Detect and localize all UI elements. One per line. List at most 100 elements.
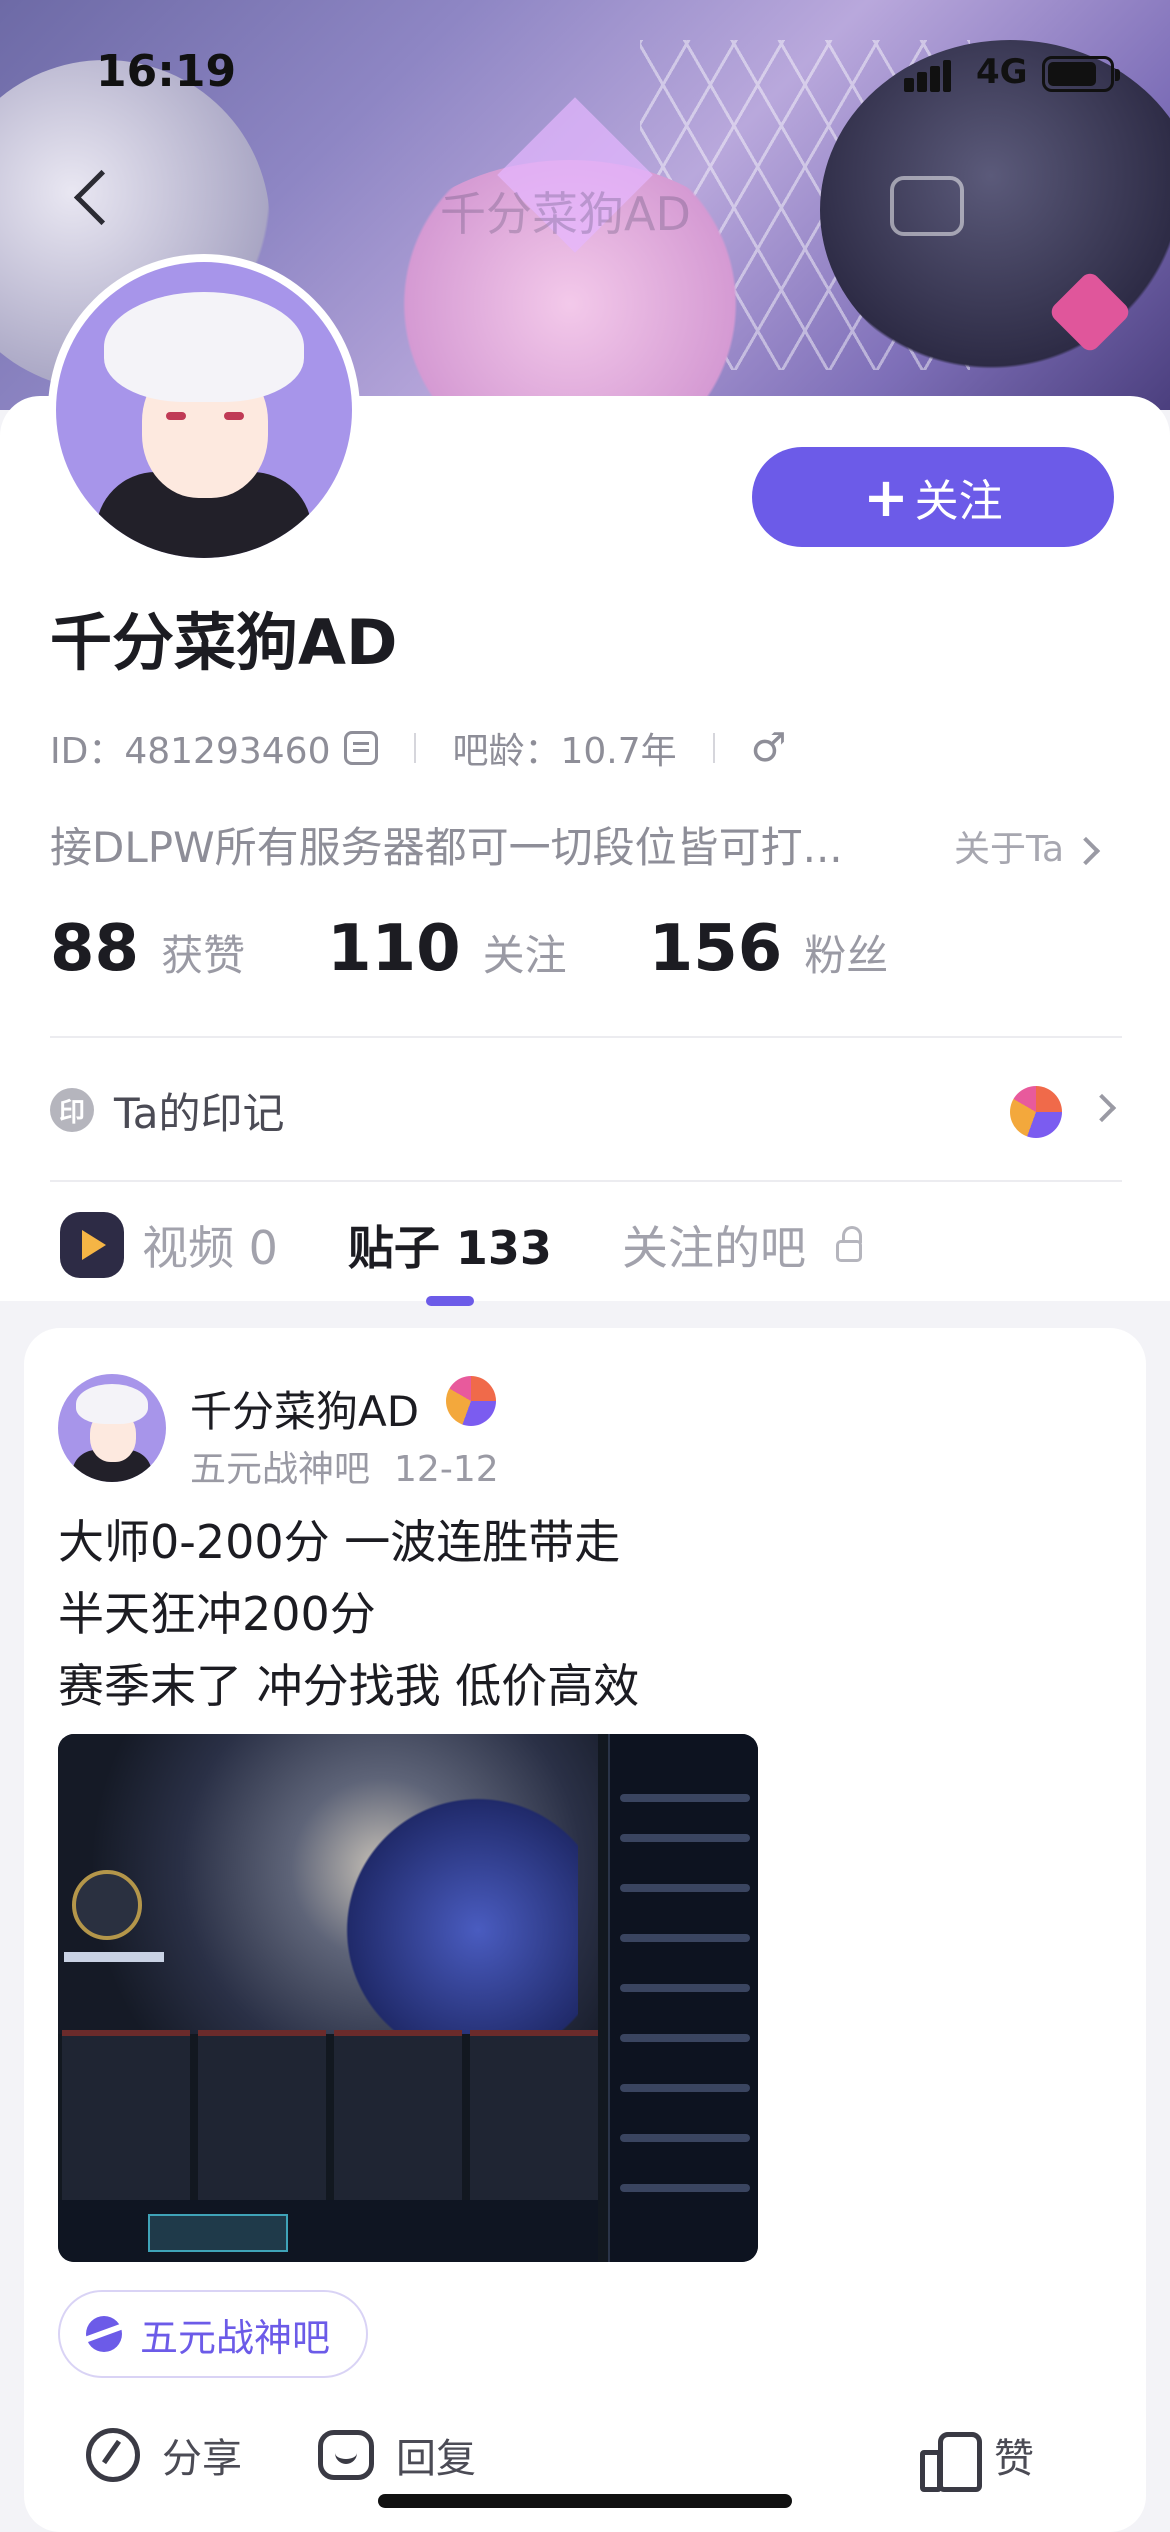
- stat-followers[interactable]: 156 粉丝: [649, 912, 889, 986]
- stat-number: 88: [50, 912, 140, 986]
- battery-icon: [1042, 56, 1120, 92]
- avatar-hair: [76, 1384, 148, 1424]
- rank-badge-icon: [72, 1870, 142, 1940]
- post-line: 赛季末了 冲分找我 低价高效: [58, 1659, 640, 1713]
- back-button[interactable]: [60, 160, 120, 240]
- profile-stats: 88 获赞 110 关注 156 粉丝: [50, 912, 970, 986]
- stat-likes[interactable]: 88 获赞: [50, 912, 245, 986]
- home-indicator: [378, 2494, 792, 2508]
- signal-icon: [904, 60, 951, 92]
- author-emblem-icon: [446, 1376, 496, 1426]
- stat-label: 获赞: [161, 931, 246, 980]
- forum-tag-button[interactable]: 五元战神吧: [58, 2290, 369, 2378]
- forum-age: 吧龄：10.7年: [452, 731, 677, 772]
- game-footer-bar: [58, 2200, 598, 2262]
- post-actions: 分享 回复 赞: [24, 2426, 1146, 2496]
- about-label: 关于Ta: [954, 829, 1065, 870]
- friend-row: [620, 1834, 750, 1842]
- profile-meta: ID：481293460 吧龄：10.7年 ♂: [50, 722, 787, 774]
- game-reward-cards: [58, 2030, 598, 2200]
- post-line: 半天狂冲200分: [58, 1587, 376, 1641]
- reward-card: [198, 2030, 326, 2200]
- male-gender-icon: ♂: [750, 725, 787, 771]
- friend-row: [620, 1794, 750, 1802]
- friend-row: [620, 2034, 750, 2042]
- profile-tabs: 视频 0 贴子 133 关注的吧: [60, 1200, 932, 1306]
- battery-level: [1048, 62, 1096, 86]
- friend-row: [620, 1934, 750, 1942]
- friend-row: [620, 2084, 750, 2092]
- stat-number: 110: [327, 912, 461, 986]
- chevron-right-icon: [1087, 1093, 1117, 1123]
- comment-icon: [318, 2430, 374, 2480]
- chevron-right-icon: [1071, 836, 1101, 866]
- stat-label: 粉丝: [804, 931, 889, 980]
- lock-icon: [835, 1226, 862, 1262]
- profile-avatar[interactable]: [48, 254, 360, 566]
- friend-row: [620, 2134, 750, 2142]
- plus-icon: +: [863, 465, 909, 529]
- game-splash-art: [328, 1774, 578, 2034]
- reward-card: [470, 2030, 598, 2200]
- copy-icon[interactable]: [344, 731, 379, 765]
- reward-card: [334, 2030, 462, 2200]
- post-text: 大师0-200分 一波连胜带走 半天狂冲200分 赛季末了 冲分找我 低价高效: [58, 1506, 639, 1722]
- post-line: 大师0-200分 一波连胜带走: [58, 1515, 621, 1569]
- share-label: 分享: [162, 2436, 242, 2482]
- tab-videos[interactable]: 视频 0: [60, 1212, 278, 1278]
- mark-label: Ta的印记: [114, 1088, 285, 1138]
- post-date: 12-12: [394, 1449, 499, 1490]
- avatar-eye: [224, 412, 244, 420]
- nav-title: 千分菜狗AD: [440, 187, 691, 241]
- mark-badge-icon: 印: [50, 1088, 94, 1132]
- post-meta: 五元战神吧 12-12: [190, 1440, 499, 1492]
- like-label: 赞: [994, 2436, 1034, 2482]
- video-icon: [60, 1212, 124, 1278]
- game-friends-panel: [608, 1734, 758, 2262]
- stat-following[interactable]: 110 关注: [327, 912, 567, 986]
- tab-posts[interactable]: 贴子 133: [347, 1212, 552, 1306]
- friend-row: [620, 1884, 750, 1892]
- stat-label: 关注: [482, 931, 567, 980]
- reply-label: 回复: [396, 2436, 476, 2482]
- post-card[interactable]: 千分菜狗AD 五元战神吧 12-12 大师0-200分 一波连胜带走 半天狂冲20…: [24, 1328, 1146, 2532]
- username: 千分菜狗AD: [50, 606, 398, 679]
- more-icon[interactable]: [890, 176, 964, 236]
- thumbs-up-icon: [920, 2428, 982, 2492]
- mark-emblem-icon: [1010, 1086, 1062, 1138]
- avatar-eye: [166, 412, 186, 420]
- network-type: 4G: [976, 52, 1028, 92]
- forum-tag-label: 五元战神吧: [140, 2315, 331, 2360]
- tab-label: 视频 0: [142, 1221, 278, 1275]
- tab-followed-forums[interactable]: 关注的吧: [622, 1212, 862, 1278]
- avatar-image: [56, 262, 352, 558]
- meta-divider: [712, 733, 715, 763]
- post-forum: 五元战神吧: [190, 1449, 371, 1490]
- user-id: ID：481293460: [50, 731, 331, 772]
- planet-icon: [86, 2316, 122, 2352]
- reply-button[interactable]: 回复: [318, 2426, 476, 2484]
- divider: [50, 1036, 1122, 1038]
- status-time: 16:19: [96, 46, 237, 97]
- meta-divider: [414, 733, 417, 763]
- stat-number: 156: [648, 912, 783, 986]
- status-bar: 16:19 4G: [0, 0, 1170, 150]
- tab-label: 贴子 133: [347, 1221, 552, 1275]
- divider: [50, 1180, 1122, 1182]
- reward-card: [62, 2030, 190, 2200]
- user-marks-row[interactable]: 印 Ta的印记: [50, 1080, 1120, 1140]
- friend-row: [620, 2184, 750, 2192]
- like-button[interactable]: 赞: [920, 2426, 1034, 2492]
- follow-label: 关注: [914, 476, 1003, 527]
- post-author-avatar[interactable]: [58, 1374, 166, 1482]
- about-link[interactable]: 关于Ta: [954, 820, 1101, 872]
- avatar-hair: [104, 292, 304, 402]
- post-author-name[interactable]: 千分菜狗AD: [190, 1378, 419, 1439]
- profile-bio[interactable]: 接DLPW所有服务器都可一切段位皆可打...: [50, 814, 910, 875]
- friend-row: [620, 1984, 750, 1992]
- game-continue-button: [148, 2214, 288, 2252]
- tab-label: 关注的吧: [621, 1221, 806, 1275]
- share-button[interactable]: 分享: [86, 2426, 242, 2484]
- post-image[interactable]: [58, 1734, 758, 2262]
- follow-button[interactable]: + 关注: [752, 447, 1114, 547]
